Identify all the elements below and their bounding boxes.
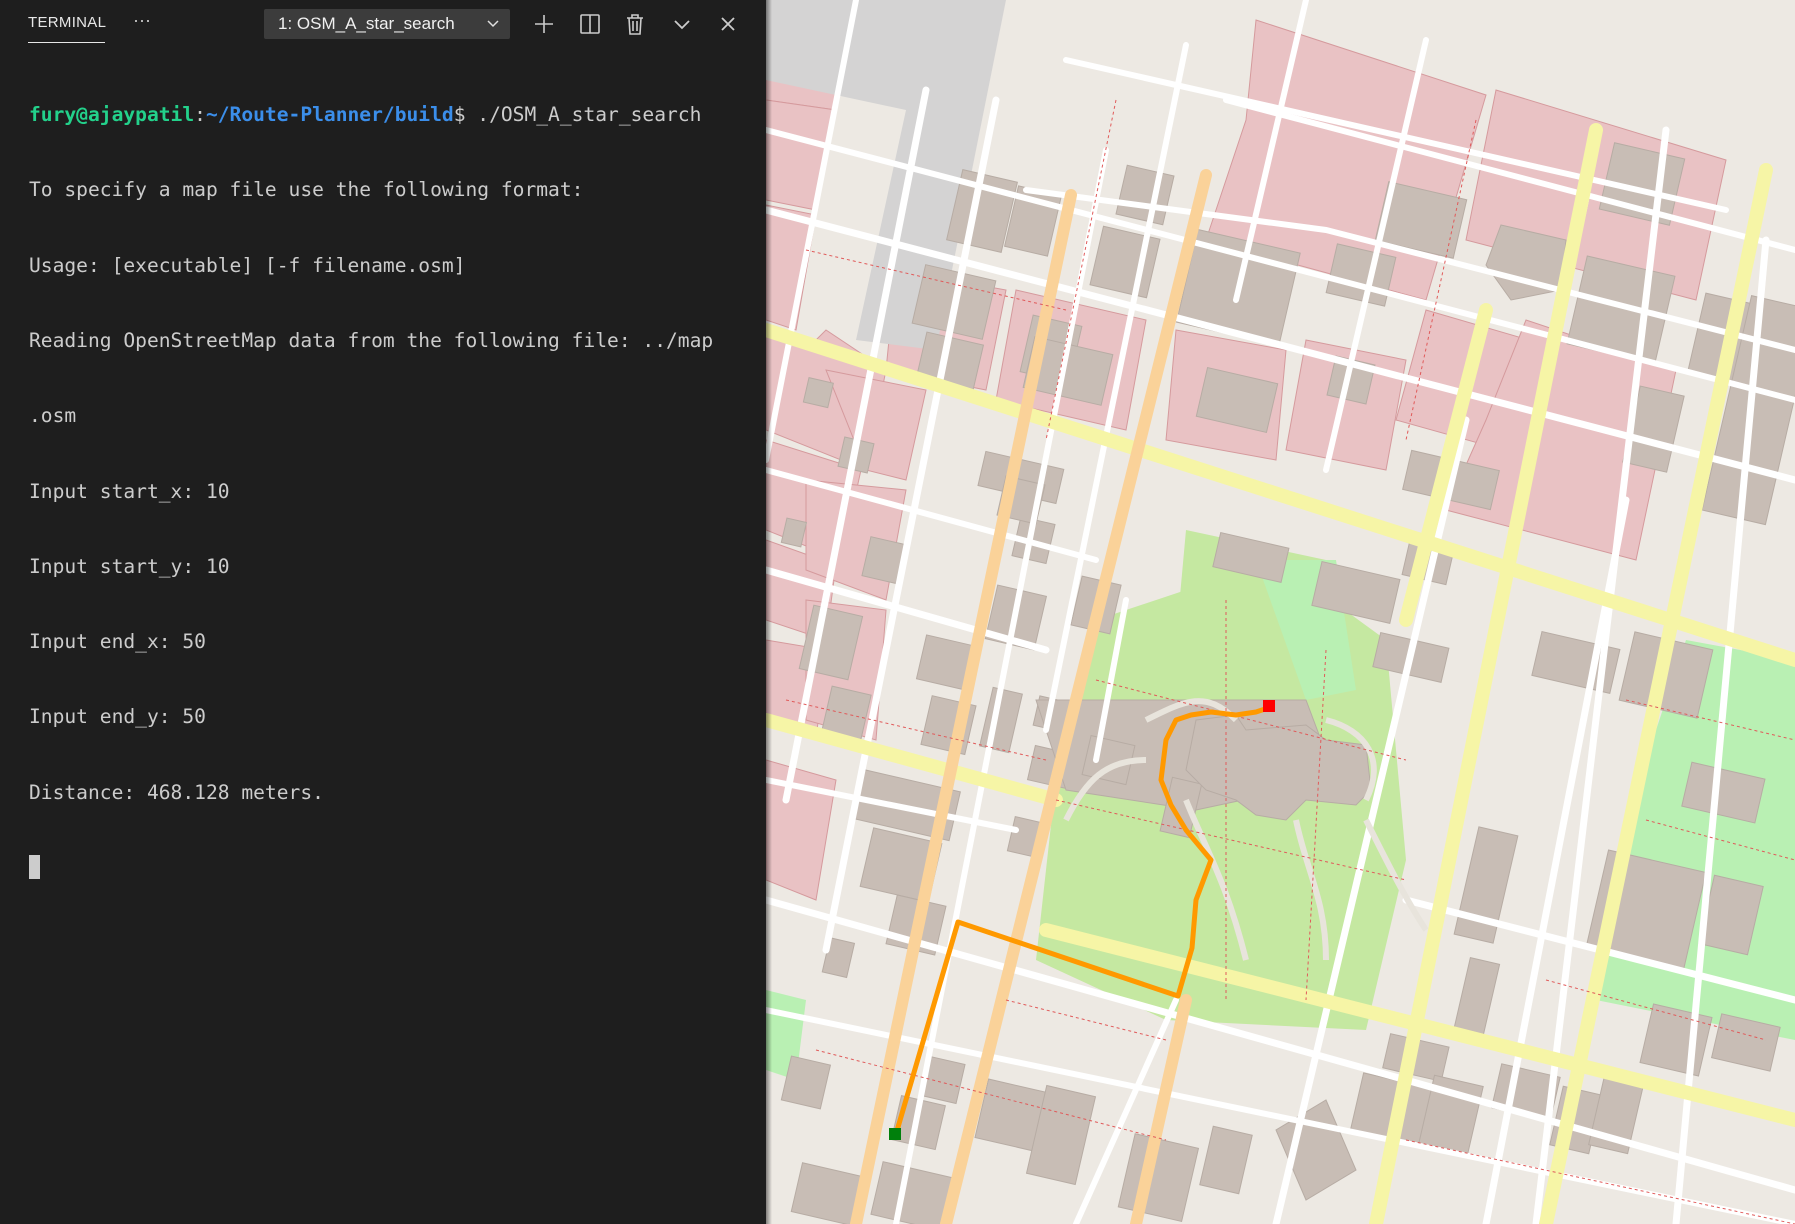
osm-map-canvas	[766, 0, 1795, 1224]
active-tab-indicator	[28, 42, 105, 43]
tab-terminal[interactable]: TERMINAL	[28, 14, 106, 31]
prompt-path: ~/Route-Planner/build	[205, 103, 454, 127]
terminal-toolbar: TERMINAL ··· 1: OSM_A_star_search	[0, 0, 766, 48]
output-line: .osm	[29, 404, 77, 428]
cursor-line	[29, 855, 713, 880]
close-icon[interactable]	[714, 10, 742, 38]
prompt-line: fury@ajaypatil:~/Route-Planner/build$ ./…	[29, 102, 713, 127]
terminal-cursor	[29, 855, 40, 879]
route-map-view[interactable]	[766, 0, 1795, 1224]
end-marker	[1263, 700, 1275, 712]
output-line: Input start_x: 10	[29, 479, 230, 503]
terminal-output[interactable]: fury@ajaypatil:~/Route-Planner/build$ ./…	[29, 52, 713, 930]
output-line: Input end_x: 50	[29, 630, 206, 654]
output-line: Input end_y: 50	[29, 705, 206, 729]
chevron-down-icon[interactable]	[668, 10, 696, 38]
trash-icon[interactable]	[621, 10, 649, 38]
chevron-down-icon	[487, 20, 499, 28]
output-line: Input start_y: 10	[29, 554, 230, 578]
split-icon[interactable]	[576, 10, 604, 38]
output-line: Usage: [executable] [-f filename.osm]	[29, 253, 466, 277]
command-text: ./OSM_A_star_search	[477, 103, 702, 127]
terminal-session-select-value: 1: OSM_A_star_search	[278, 14, 455, 33]
more-actions-icon[interactable]: ···	[133, 10, 151, 31]
terminal-panel: TERMINAL ··· 1: OSM_A_star_search fury@a…	[0, 0, 766, 1224]
output-line: Distance: 468.128 meters.	[29, 780, 324, 804]
prompt-symbol: $	[453, 103, 478, 127]
prompt-user: fury@ajaypatil	[29, 103, 195, 127]
pane-divider-shadow	[766, 0, 772, 1224]
output-line: Reading OpenStreetMap data from the foll…	[29, 329, 714, 353]
output-line: To specify a map file use the following …	[29, 178, 584, 202]
terminal-session-select[interactable]: 1: OSM_A_star_search	[264, 9, 510, 39]
prompt-colon: :	[194, 103, 206, 127]
plus-icon[interactable]	[530, 10, 558, 38]
start-marker	[889, 1128, 901, 1140]
